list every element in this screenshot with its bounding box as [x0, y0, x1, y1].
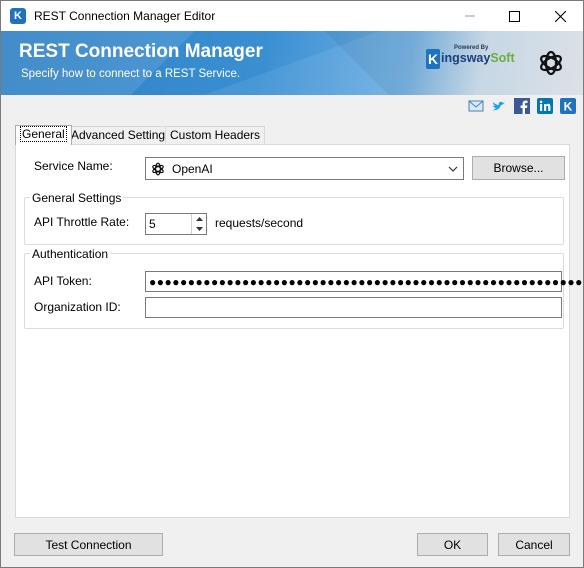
banner-title: REST Connection Manager: [19, 41, 263, 62]
api-token-label: API Token:: [34, 274, 92, 288]
authentication-title: Authentication: [30, 247, 111, 261]
browse-button[interactable]: Browse...: [472, 156, 565, 180]
general-tab-panel: Service Name: OpenAI Browse... General S…: [15, 144, 582, 518]
stepper-up-icon[interactable]: [192, 214, 207, 224]
maximize-icon: [509, 10, 520, 22]
cancel-button[interactable]: Cancel: [498, 533, 570, 556]
chevron-down-icon: [448, 166, 458, 172]
tab-advanced-settings[interactable]: Advanced Settings: [66, 126, 177, 144]
close-button[interactable]: [538, 1, 583, 31]
service-name-label: Service Name:: [34, 159, 113, 173]
throttle-rate-value: 5: [149, 217, 156, 231]
linkedin-icon[interactable]: [537, 98, 555, 116]
test-connection-button[interactable]: Test Connection: [14, 533, 163, 556]
minimize-button[interactable]: [447, 1, 492, 31]
kingswaysoft-logo: Powered By K ingswaySoft: [426, 45, 515, 69]
general-settings-title: General Settings: [30, 191, 124, 205]
organization-id-field[interactable]: [145, 297, 562, 318]
window-title: REST Connection Manager Editor: [34, 9, 216, 23]
service-name-dropdown[interactable]: OpenAI: [145, 157, 464, 180]
organization-id-label: Organization ID:: [34, 300, 121, 314]
tab-custom-headers[interactable]: Custom Headers: [165, 126, 266, 144]
throttle-rate-label: API Throttle Rate:: [34, 215, 130, 229]
tab-general[interactable]: General: [15, 125, 72, 145]
stepper-down-icon[interactable]: [192, 224, 207, 234]
throttle-unit-label: requests/second: [215, 216, 304, 230]
close-icon: [555, 10, 566, 22]
ok-button[interactable]: OK: [417, 533, 488, 556]
mail-icon[interactable]: [468, 98, 486, 116]
title-bar: K REST Connection Manager Editor: [1, 1, 583, 31]
throttle-rate-stepper[interactable]: 5: [145, 213, 207, 235]
minimize-icon: [464, 15, 475, 17]
banner-subtitle: Specify how to connect to a REST Service…: [21, 68, 241, 80]
facebook-icon[interactable]: [514, 98, 532, 116]
maximize-button[interactable]: [492, 1, 537, 31]
header-banner: REST Connection Manager Specify how to c…: [1, 31, 583, 95]
api-token-value: ●●●●●●●●●●●●●●●●●●●●●●●●●●●●●●●●●●●●●●●●…: [149, 275, 583, 289]
twitter-icon[interactable]: [491, 98, 509, 116]
openai-logo-icon: [540, 50, 562, 76]
dialog-window: K REST Connection Manager Editor REST Co…: [0, 0, 584, 568]
service-name-value: OpenAI: [172, 162, 213, 176]
kingswaysoft-icon[interactable]: K: [560, 98, 578, 116]
app-icon: K: [10, 8, 26, 24]
openai-icon: [152, 162, 164, 176]
api-token-field[interactable]: ●●●●●●●●●●●●●●●●●●●●●●●●●●●●●●●●●●●●●●●●…: [145, 271, 582, 292]
svg-text:K: K: [564, 100, 573, 114]
